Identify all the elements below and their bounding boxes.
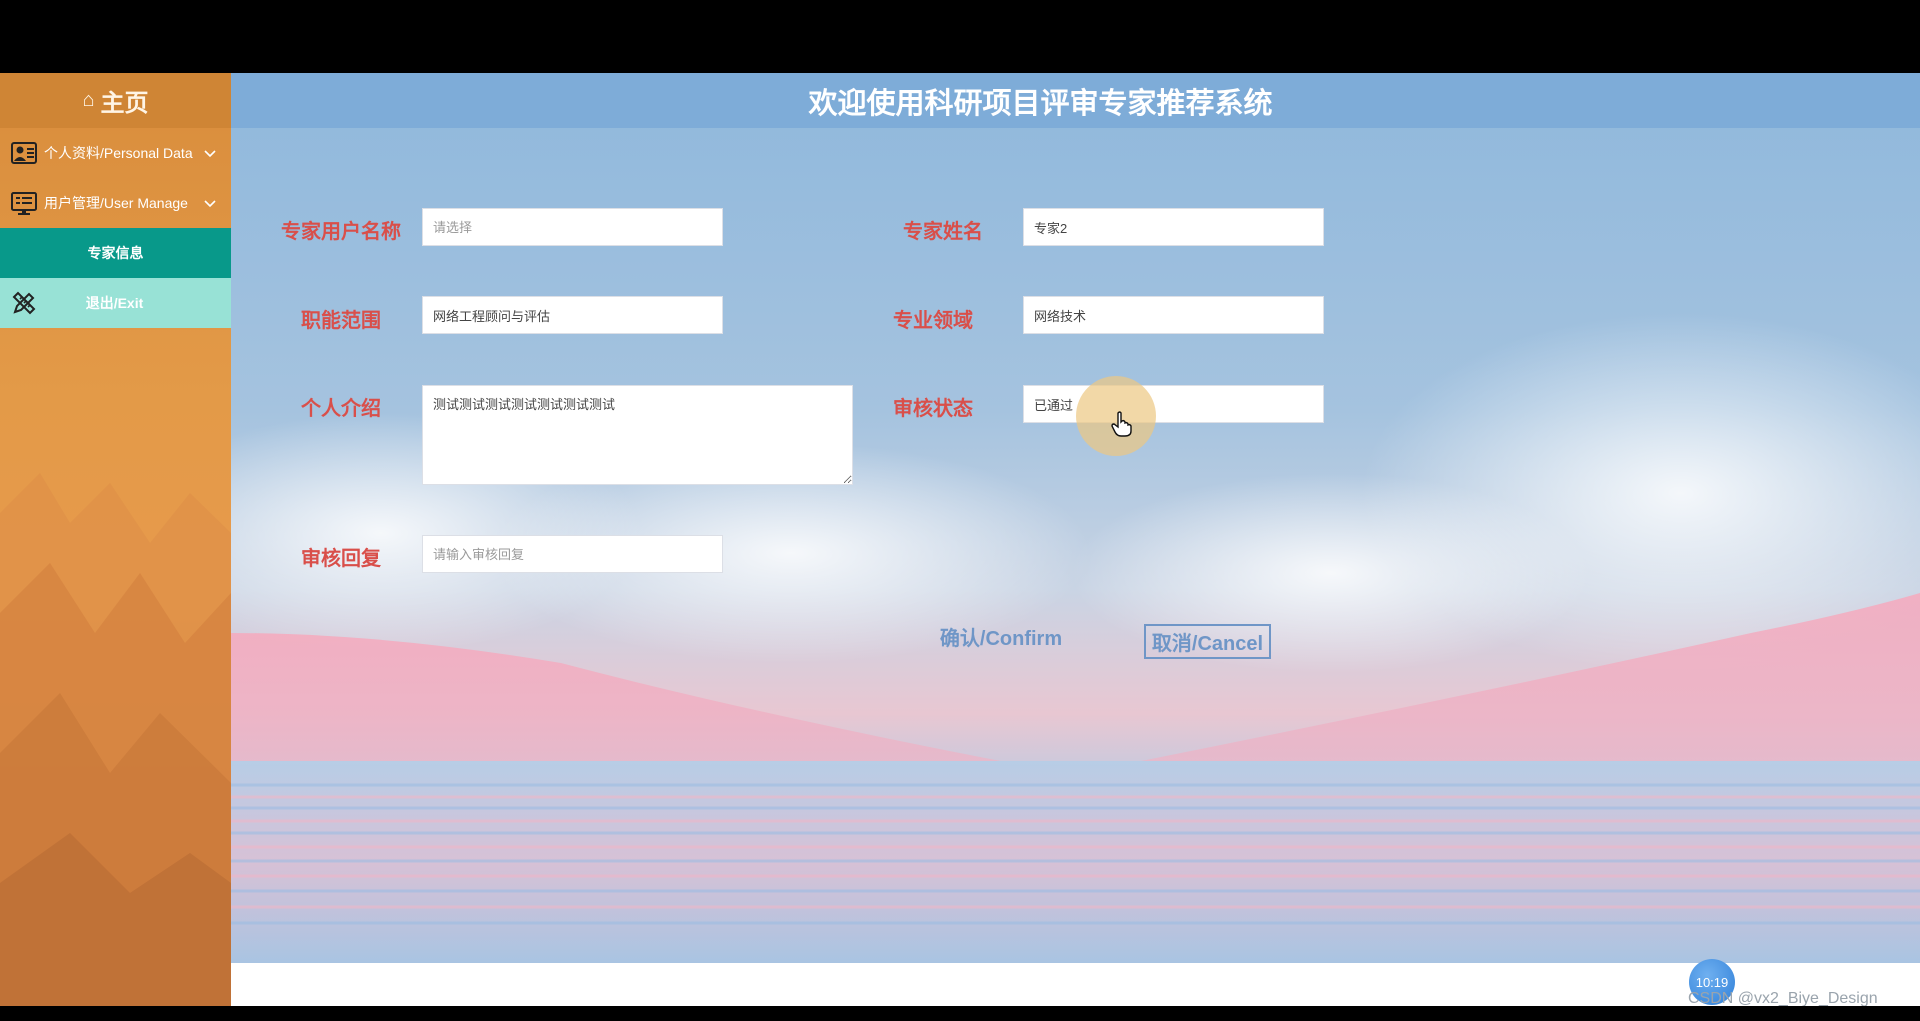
sidebar-home[interactable]: ⌂ 主页 (0, 73, 231, 128)
expert-username-label: 专家用户名称 (281, 221, 401, 243)
scope-input[interactable] (422, 296, 723, 334)
page-header: 欢迎使用科研项目评审专家推荐系统 (231, 73, 1920, 128)
monitor-list-icon (11, 192, 37, 215)
expert-username-select[interactable] (422, 208, 723, 246)
reply-input[interactable] (422, 535, 723, 573)
sidebar-item-label: 用户管理/User Manage (44, 195, 188, 211)
top-black-bar (0, 0, 1920, 73)
cancel-button[interactable]: 取消/Cancel (1144, 624, 1271, 659)
sidebar-item-expert-info[interactable]: 专家信息 (0, 228, 231, 278)
sidebar-item-user-manage[interactable]: 用户管理/User Manage (0, 178, 231, 228)
expert-name-label: 专家姓名 (903, 221, 983, 243)
landscape-background (231, 313, 1920, 963)
sidebar-home-label: 主页 (100, 90, 149, 117)
sidebar-item-exit[interactable]: 退出/Exit (0, 278, 231, 328)
field-input[interactable] (1023, 296, 1324, 334)
intro-textarea[interactable]: 测试测试测试测试测试测试测试 (422, 385, 853, 485)
home-icon: ⌂ (82, 89, 95, 111)
sidebar-item-label: 个人资料/Personal Data (44, 145, 193, 161)
chevron-down-icon (204, 150, 216, 158)
intro-label: 个人介绍 (301, 398, 381, 420)
sidebar-item-personal-data[interactable]: 个人资料/Personal Data (0, 128, 231, 178)
content-footer-area (231, 963, 1920, 1006)
chevron-down-icon (204, 200, 216, 208)
field-label: 专业领域 (893, 310, 973, 332)
expert-name-input[interactable] (1023, 208, 1324, 246)
status-label: 审核状态 (893, 398, 973, 420)
sidebar: ⌂ 主页 个人资料/Personal Data 用户管理/User Manage (0, 73, 231, 1006)
status-input[interactable] (1023, 385, 1324, 423)
hand-cursor-icon (1111, 411, 1132, 437)
bottom-black-bar (0, 1006, 1920, 1021)
page-title: 欢迎使用科研项目评审专家推荐系统 (808, 87, 1273, 120)
user-card-icon (11, 142, 37, 164)
scope-label: 职能范围 (301, 310, 381, 332)
sidebar-item-label: 退出/Exit (85, 295, 144, 311)
reply-label: 审核回复 (301, 548, 381, 570)
confirm-button[interactable]: 确认/Confirm (931, 618, 1071, 654)
pencil-ruler-icon (12, 291, 36, 315)
main-content: 欢迎使用科研项目评审专家推荐系统 专家用户名称 专家姓名 职能范围 专业领域 个… (231, 73, 1920, 963)
sidebar-item-label: 专家信息 (87, 245, 144, 261)
mountain-background (0, 473, 231, 1006)
